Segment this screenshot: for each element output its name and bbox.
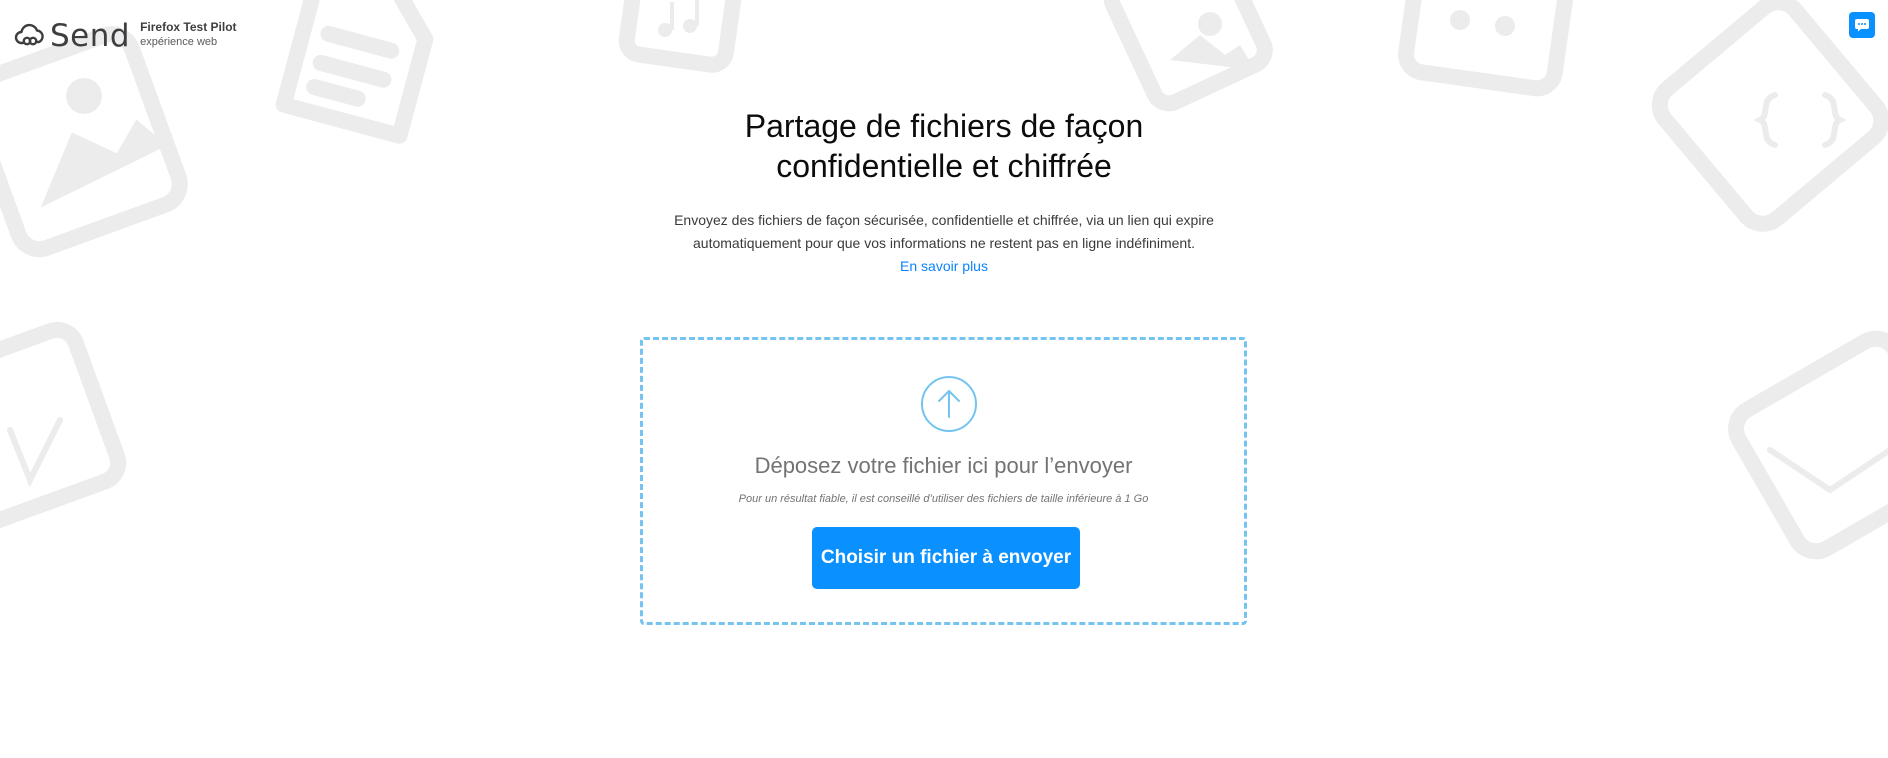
learn-more-link[interactable]: En savoir plus <box>900 258 988 274</box>
dropzone-message: Déposez votre fichier ici pour l’envoyer <box>754 453 1133 478</box>
page-description: Envoyez des fichiers de façon sécurisée,… <box>644 209 1244 278</box>
page-title: Partage de fichiers de façon confidentie… <box>644 106 1244 186</box>
photo-illustration-icon <box>1103 0 1273 112</box>
app-title: Send <box>50 18 131 54</box>
chart-illustration-icon <box>0 321 127 532</box>
page-title-line-1: Partage de fichiers de façon <box>744 108 1144 144</box>
send-logo[interactable]: Send <box>14 18 130 54</box>
envelope-illustration-icon <box>1728 330 1888 560</box>
music-card-illustration-icon <box>1398 0 1577 97</box>
description-line-2: automatiquement pour que vos information… <box>693 235 1195 251</box>
testpilot-title: Firefox Test Pilot <box>140 20 237 34</box>
send-cloud-icon <box>14 23 44 46</box>
header: Send Firefox Test Pilot expérience web <box>14 14 237 58</box>
speech-bubble-icon <box>1855 19 1869 32</box>
page: Send Firefox Test Pilot expérience web P… <box>0 0 1888 758</box>
upload-dropzone[interactable]: Déposez votre fichier ici pour l’envoyer… <box>640 337 1247 625</box>
page-title-line-2: confidentielle et chiffrée <box>776 148 1112 184</box>
description-line-1: Envoyez des fichiers de façon sécurisée,… <box>674 212 1214 228</box>
image-illustration-icon <box>0 26 188 258</box>
file-size-hint: Pour un résultat fiable, il est conseill… <box>738 493 1149 505</box>
feedback-button[interactable] <box>1849 12 1875 38</box>
document-illustration-icon <box>275 0 434 144</box>
music-illustration-icon <box>618 0 745 73</box>
testpilot-badge[interactable]: Firefox Test Pilot expérience web <box>140 20 236 50</box>
choose-file-button[interactable]: Choisir un fichier à envoyer <box>812 527 1080 589</box>
upload-arrow-icon <box>921 376 977 432</box>
testpilot-subtitle: expérience web <box>140 36 218 48</box>
